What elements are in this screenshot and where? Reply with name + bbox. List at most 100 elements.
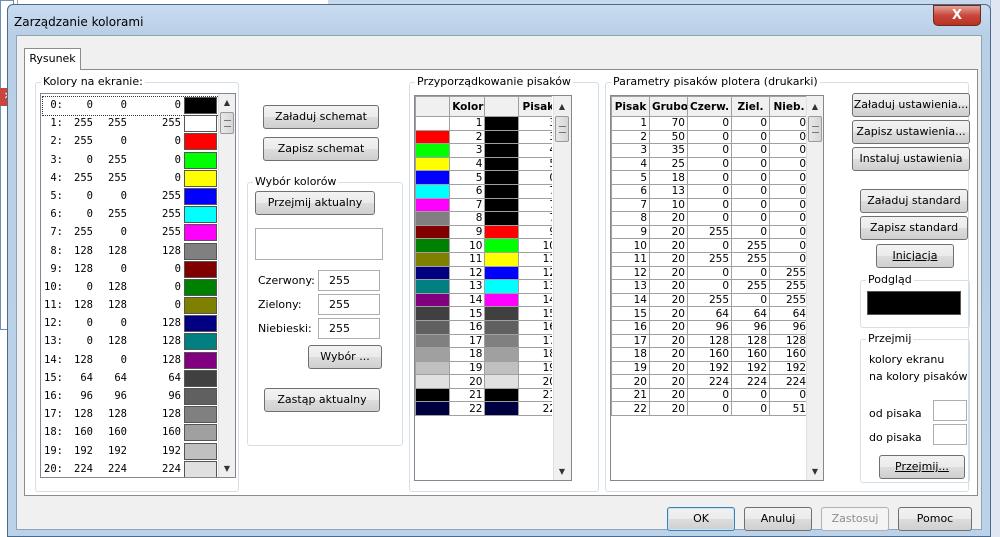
- pen-assignment-row[interactable]: 14 14: [415, 292, 557, 308]
- pen-width[interactable]: 20: [649, 347, 688, 362]
- green-input[interactable]: 255: [318, 294, 380, 315]
- scroll-down-icon[interactable]: ▼: [219, 460, 235, 477]
- scroll-up-icon[interactable]: ▲: [807, 98, 823, 115]
- pen-red[interactable]: 160: [687, 347, 732, 362]
- screen-color-row[interactable]: 2: 255 0 0: [43, 133, 221, 151]
- pen-red[interactable]: 0: [687, 116, 732, 131]
- pen-green[interactable]: 0: [731, 156, 770, 172]
- pen-red[interactable]: 0: [687, 238, 732, 253]
- pen-blue[interactable]: 0: [769, 251, 809, 267]
- pen-assignment-row[interactable]: 13 13: [415, 279, 557, 294]
- pen-red[interactable]: 0: [687, 183, 732, 199]
- save-scheme-button[interactable]: Zapisz schemat: [263, 137, 379, 161]
- plotter-row[interactable]: 4 25 0 0 0: [611, 156, 809, 172]
- plotter-row[interactable]: 15 20 64 64 64: [611, 306, 809, 321]
- screen-color-row[interactable]: 15: 64 64 64: [43, 369, 221, 388]
- pen-green[interactable]: 0: [731, 224, 770, 240]
- pen-width[interactable]: 20: [649, 319, 688, 335]
- pen-red[interactable]: 192: [687, 360, 732, 376]
- screen-color-row[interactable]: 5: 0 0 255: [43, 187, 221, 206]
- pen-green[interactable]: 96: [731, 319, 770, 335]
- pen-width[interactable]: 20: [649, 387, 688, 403]
- red-input[interactable]: 255: [318, 270, 380, 291]
- plotter-row[interactable]: 21 20 0 0 0: [611, 387, 809, 403]
- plotter-row[interactable]: 9 20 255 0 0: [611, 224, 809, 240]
- pen-assignment-scrollbar[interactable]: ▲ ▼: [552, 95, 572, 481]
- pen-blue[interactable]: 64: [769, 306, 809, 321]
- pen-assignment-row[interactable]: 11 11: [415, 251, 557, 267]
- pen-blue[interactable]: 160: [769, 347, 809, 362]
- pen-red[interactable]: 255: [687, 224, 732, 240]
- pen-red[interactable]: 0: [687, 265, 732, 281]
- pen-assignment-row[interactable]: 13: [415, 116, 557, 131]
- pen-assignment-grid[interactable]: Kolor Pisak 1323344550677787991010111112…: [414, 95, 558, 481]
- plotter-row[interactable]: 16 20 96 96 96: [611, 319, 809, 335]
- plotter-params-scrollbar[interactable]: ▲ ▼: [806, 96, 823, 480]
- pen-red[interactable]: 0: [687, 401, 732, 417]
- pen-width[interactable]: 50: [649, 129, 688, 145]
- screen-color-row[interactable]: 10: 0 128 0: [43, 278, 221, 297]
- pen-width[interactable]: 20: [649, 224, 688, 240]
- plotter-params-grid[interactable]: Pisak Grubość Czerw. Ziel. Nieb. 1700002…: [610, 95, 824, 481]
- scroll-thumb[interactable]: [808, 116, 822, 142]
- pen-col-color-header[interactable]: Kolor: [449, 96, 486, 117]
- pen-assignment-row[interactable]: 67: [415, 183, 557, 199]
- pen-red[interactable]: 0: [687, 143, 732, 158]
- screen-color-row[interactable]: 3: 0 255 0: [43, 151, 221, 170]
- ok-button[interactable]: OK: [667, 507, 735, 531]
- plotter-row[interactable]: 12 20 0 0 255: [611, 265, 809, 281]
- pen-green[interactable]: 0: [731, 170, 770, 185]
- screen-color-row[interactable]: 13: 0 128 128: [43, 333, 221, 351]
- pen-blue[interactable]: 0: [769, 170, 809, 185]
- plotter-row[interactable]: 20 20 224 224 224: [611, 374, 809, 389]
- pen-blue[interactable]: 96: [769, 319, 809, 335]
- pen-width[interactable]: 20: [649, 360, 688, 376]
- pen-width[interactable]: 20: [649, 265, 688, 281]
- plotter-row[interactable]: 1 70 0 0 0: [611, 116, 809, 131]
- pen-green[interactable]: 0: [731, 265, 770, 281]
- plotter-row[interactable]: 19 20 192 192 192: [611, 360, 809, 376]
- pen-blue[interactable]: 0: [769, 116, 809, 131]
- scroll-down-icon[interactable]: ▼: [807, 463, 823, 480]
- pen-green[interactable]: 64: [731, 306, 770, 321]
- pen-assignment-row[interactable]: 17 17: [415, 333, 557, 349]
- plotter-col-width-header[interactable]: Grubość: [649, 96, 688, 117]
- screen-color-row[interactable]: 4: 255 255 0: [43, 169, 221, 188]
- pen-width[interactable]: 20: [649, 211, 688, 226]
- pen-width[interactable]: 20: [649, 374, 688, 389]
- cancel-button[interactable]: Anuluj: [744, 507, 812, 531]
- pen-blue[interactable]: 224: [769, 374, 809, 389]
- pen-assignment-row[interactable]: 21 21: [415, 387, 557, 403]
- pen-assignment-row[interactable]: 15 15: [415, 306, 557, 321]
- pen-red[interactable]: 0: [687, 211, 732, 226]
- pen-blue[interactable]: 0: [769, 183, 809, 199]
- pen-red[interactable]: 0: [687, 279, 732, 294]
- replace-current-button[interactable]: Zastąp aktualny: [264, 388, 380, 412]
- plotter-row[interactable]: 10 20 0 255 0: [611, 238, 809, 253]
- pen-width[interactable]: 25: [649, 156, 688, 172]
- plotter-row[interactable]: 18 20 160 160 160: [611, 347, 809, 362]
- pen-green[interactable]: 255: [731, 238, 770, 253]
- pen-blue[interactable]: 0: [769, 129, 809, 145]
- title-bar[interactable]: Zarządzanie kolorami X: [8, 5, 990, 35]
- scroll-thumb[interactable]: [555, 116, 569, 142]
- pen-blue[interactable]: 0: [769, 238, 809, 253]
- pen-width[interactable]: 35: [649, 143, 688, 158]
- pen-blue[interactable]: 255: [769, 279, 809, 294]
- pen-green[interactable]: 0: [731, 197, 770, 213]
- plotter-col-pen-header[interactable]: Pisak: [611, 96, 650, 117]
- screen-color-row[interactable]: 20: 224 224 224: [43, 460, 221, 477]
- install-settings-button[interactable]: Instaluj ustawienia: [852, 147, 970, 171]
- plotter-col-red-header[interactable]: Czerw.: [687, 96, 732, 117]
- plotter-row[interactable]: 7 10 0 0 0: [611, 197, 809, 213]
- pen-green[interactable]: 0: [731, 143, 770, 158]
- screen-colors-scrollbar[interactable]: ▲ ▼: [218, 94, 235, 477]
- screen-color-row[interactable]: 7: 255 0 255: [43, 224, 221, 242]
- pen-width[interactable]: 20: [649, 279, 688, 294]
- pen-blue[interactable]: 0: [769, 224, 809, 240]
- choose-color-button[interactable]: Wybór ...: [308, 345, 382, 369]
- pen-width[interactable]: 18: [649, 170, 688, 185]
- pen-red[interactable]: 128: [687, 333, 732, 349]
- pen-green[interactable]: 160: [731, 347, 770, 362]
- tab-drawing[interactable]: Rysunek: [24, 48, 81, 70]
